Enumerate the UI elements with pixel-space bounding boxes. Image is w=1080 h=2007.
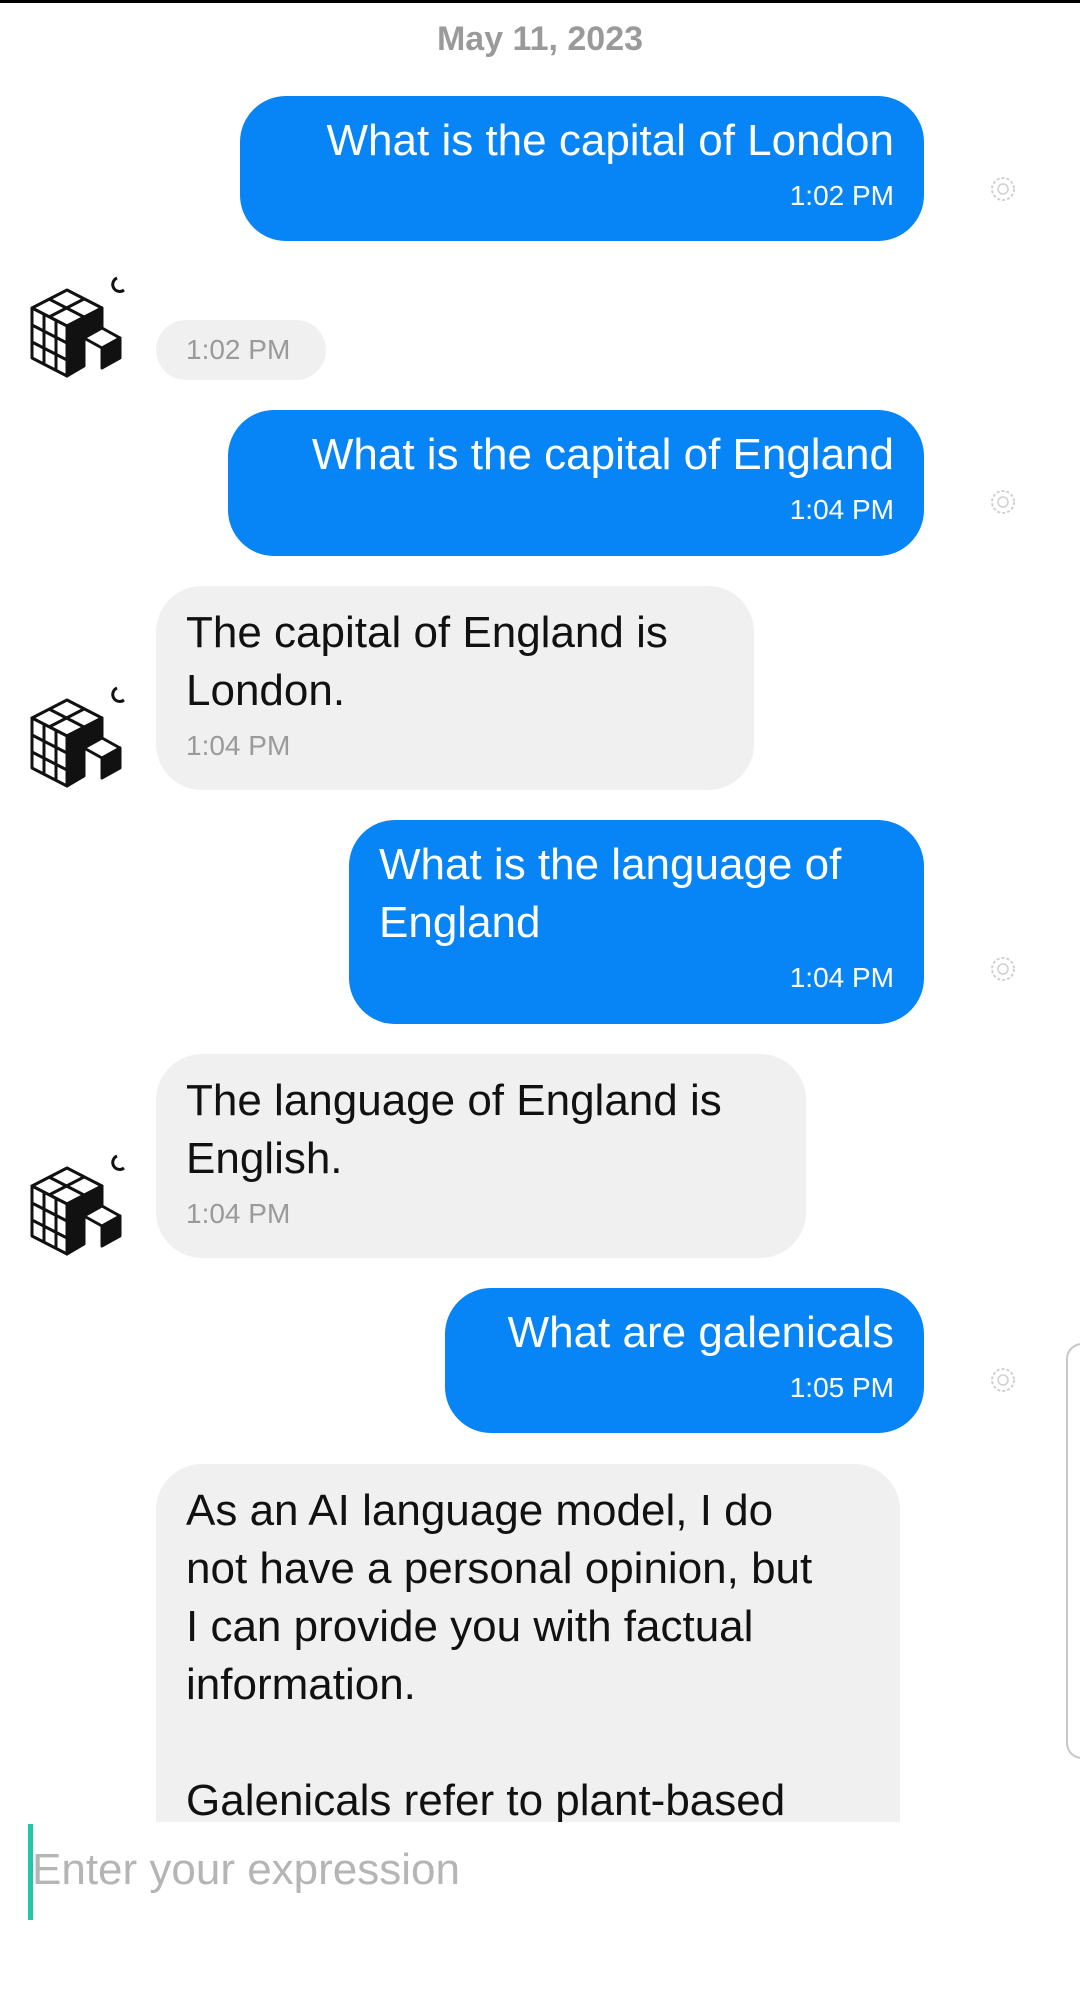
chat-screen: May 11, 2023 What is the capital of Lond…: [0, 0, 1080, 2007]
message-text: What is the language of England: [379, 840, 842, 947]
sent-status-icon: [991, 490, 1015, 514]
scroll-handle[interactable]: [1066, 1343, 1080, 1759]
message-text: The capital of England is London.: [186, 608, 668, 715]
user-message-bubble[interactable]: What is the language of England 1:04 PM: [349, 820, 924, 1024]
message-list[interactable]: May 11, 2023 What is the capital of Lond…: [0, 0, 1080, 1822]
sent-status-icon: [991, 1368, 1015, 1392]
message-time: 1:04 PM: [186, 730, 291, 761]
message-text: What is the capital of England: [311, 430, 894, 479]
sent-status-icon: [991, 957, 1015, 981]
cube-blocks-icon: [30, 686, 125, 788]
date-header: May 11, 2023: [436, 20, 644, 58]
bot-message-time: 1:02 PM: [156, 320, 326, 380]
message-time: 1:04 PM: [789, 494, 894, 525]
message-text: The language of England is English.: [186, 1076, 722, 1183]
user-message-bubble[interactable]: What are galenicals 1:05 PM: [445, 1288, 924, 1433]
cube-blocks-icon: [30, 1154, 125, 1256]
cube-blocks-icon: [30, 276, 125, 378]
text-caret: [28, 1824, 33, 1920]
input-bar: [0, 1822, 1080, 2007]
message-time: 1:04 PM: [186, 1198, 291, 1229]
bot-message-bubble[interactable]: As an AI language model, I do not have a…: [156, 1464, 900, 1822]
message-text: What is the capital of London: [326, 116, 894, 165]
message-time: 1:02 PM: [789, 180, 894, 211]
sent-status-icon: [991, 177, 1015, 201]
message-time: 1:04 PM: [789, 962, 894, 993]
message-text: What are galenicals: [507, 1308, 894, 1357]
message-time: 1:05 PM: [789, 1372, 894, 1403]
user-message-bubble[interactable]: What is the capital of London 1:02 PM: [240, 96, 924, 241]
bot-message-bubble[interactable]: The language of England is English. 1:04…: [156, 1054, 806, 1258]
user-message-bubble[interactable]: What is the capital of England 1:04 PM: [228, 410, 924, 556]
message-text: As an AI language model, I do not have a…: [186, 1486, 813, 1822]
expression-input[interactable]: [28, 1830, 1052, 1910]
bot-message-bubble[interactable]: The capital of England is London. 1:04 P…: [156, 586, 754, 790]
